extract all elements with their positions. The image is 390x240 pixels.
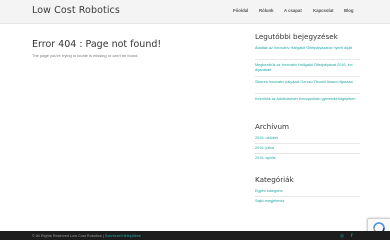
divider (255, 196, 360, 197)
copyright-text: © All Rights Reserved Low Cost Robotics … (32, 234, 104, 238)
instagram-icon[interactable]: ◎ (340, 233, 344, 239)
site-header: Low Cost Robotics Főoldal Rólunk A csapa… (0, 0, 390, 24)
category-link[interactable]: Sajtó-megjelenés (255, 199, 360, 204)
archive-heading: Archívum (255, 122, 290, 131)
error-message: The page you're trying to locate is miss… (32, 53, 139, 58)
nav-item-about[interactable]: Rólunk (259, 8, 274, 13)
categories-heading: Kategóriák (255, 175, 294, 184)
divider (255, 153, 360, 154)
nav-item-home[interactable]: Főoldal (233, 8, 248, 13)
archive-link[interactable]: 2016. július (255, 146, 360, 151)
divider (255, 93, 360, 94)
recent-post-link[interactable]: Sikeres Innovatív pályázat Gerzsó Tibunl… (255, 80, 360, 85)
recent-post-link[interactable]: Kezdődik az Adottdávider Ketroppétaló gy… (255, 97, 360, 102)
footer-link[interactable]: Szerkezeti felépülése (105, 234, 141, 238)
nav-item-team[interactable]: A csapat (284, 8, 302, 13)
divider (255, 76, 360, 77)
recent-post-link[interactable]: Átadták az Innovatív Hallgatói Ötletpály… (255, 46, 360, 51)
recent-posts-heading: Legutóbbi bejegyzések (255, 32, 338, 41)
nav-item-blog[interactable]: Blog (344, 8, 354, 13)
category-link[interactable]: Egyéb kategória (255, 189, 360, 194)
recent-post-link[interactable]: Megkezdtük az Innovatív Hallgatói Ötletp… (255, 63, 360, 73)
divider (255, 143, 360, 144)
site-title[interactable]: Low Cost Robotics (32, 5, 120, 16)
divider (255, 59, 360, 60)
footer-copyright: © All Rights Reserved Low Cost Robotics … (32, 234, 141, 238)
facebook-icon[interactable]: f (351, 233, 353, 238)
archive-link[interactable]: 2016. április (255, 156, 360, 161)
nav-item-contact[interactable]: Kapcsolat (313, 8, 334, 13)
archive-link[interactable]: 2016. október (255, 136, 360, 141)
page-title: Error 404 : Page not found! (32, 39, 162, 50)
